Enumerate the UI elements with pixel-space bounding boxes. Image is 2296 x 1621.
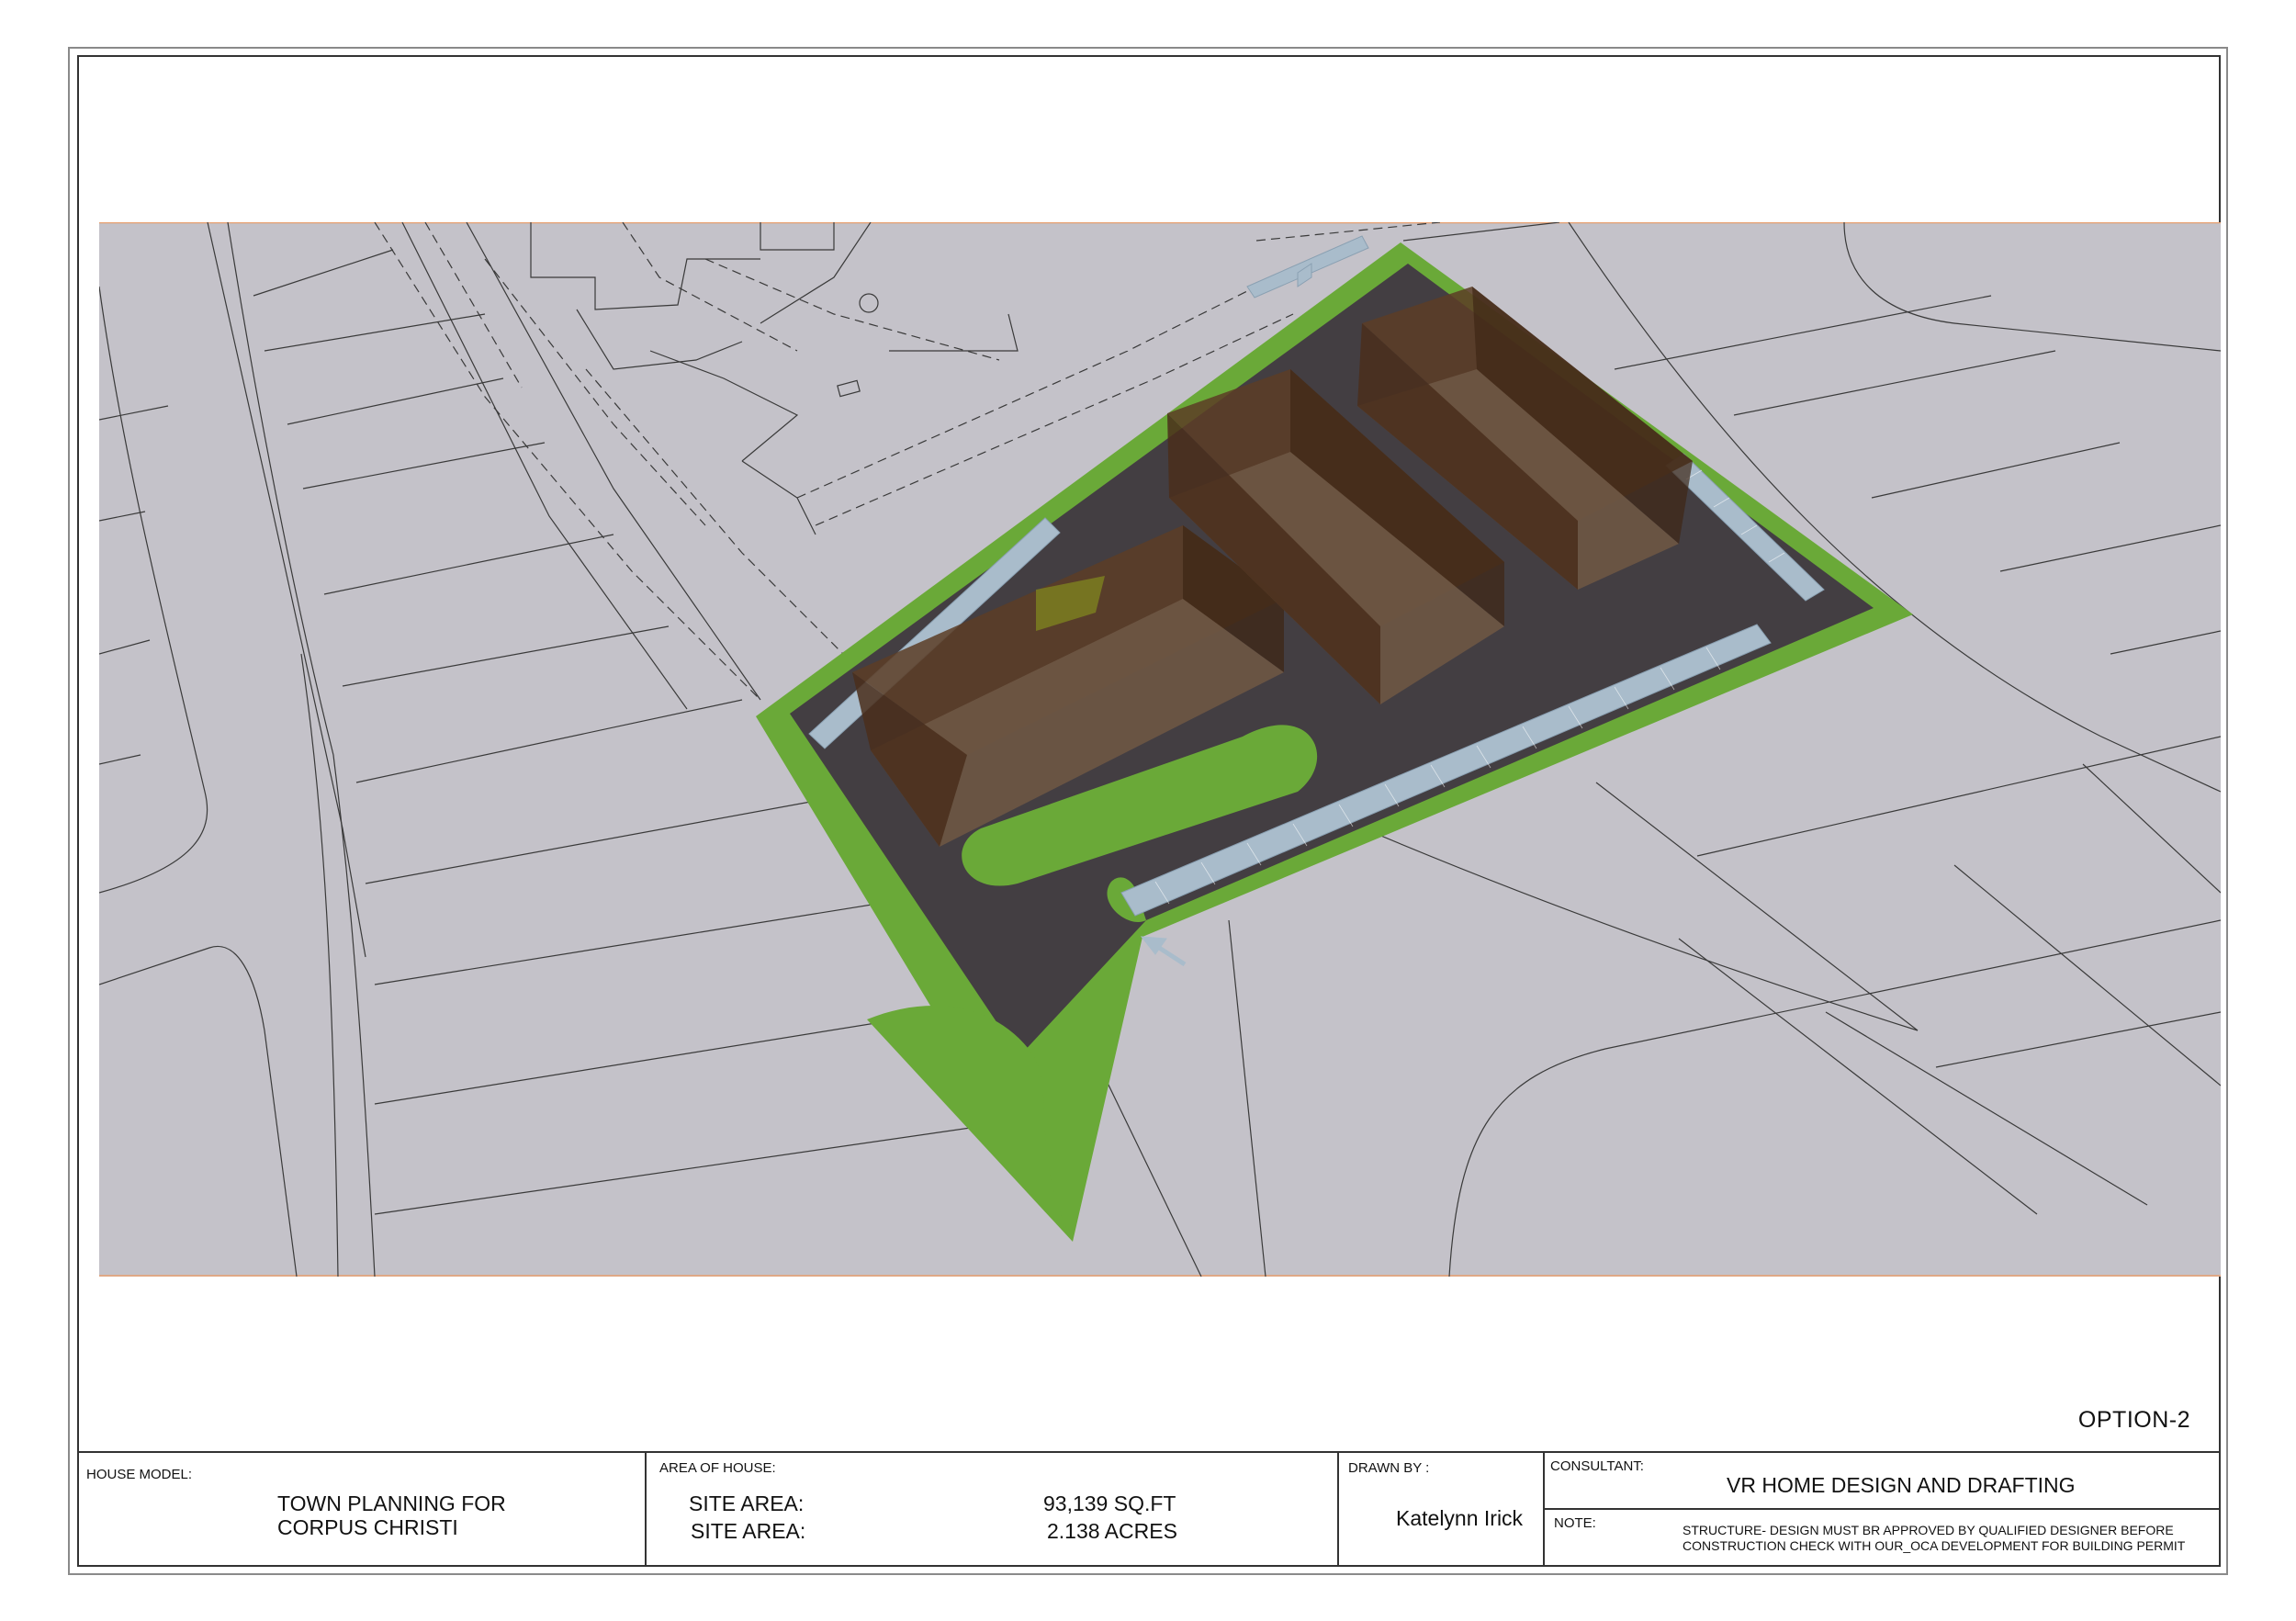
note-line2: CONSTRUCTION CHECK WITH OUR_OCA DEVELOPM… <box>1683 1538 2186 1553</box>
house-model-line1: TOWN PLANNING FOR <box>277 1492 506 1515</box>
site-area-value-1: 93,139 SQ.FT <box>1043 1492 1176 1515</box>
consultant-label: CONSULTANT: <box>1550 1458 1644 1474</box>
site-plan-drawing <box>99 222 2221 1277</box>
title-block: HOUSE MODEL: TOWN PLANNING FOR CORPUS CH… <box>77 1451 2221 1567</box>
note-label: NOTE: <box>1554 1515 1596 1531</box>
drawn-by-label: DRAWN BY : <box>1348 1460 1430 1476</box>
site-area-value-2: 2.138 ACRES <box>1047 1519 1177 1543</box>
option-label: OPTION-2 <box>2077 1407 2190 1433</box>
drawn-by-name: Katelynn Irick <box>1396 1506 1524 1530</box>
drawn-by-cell: DRAWN BY : Katelynn Irick <box>1339 1453 1545 1567</box>
site-area-label-2: SITE AREA: <box>691 1519 806 1543</box>
consultant-name: VR HOME DESIGN AND DRAFTING <box>1727 1473 2076 1497</box>
house-model-label: HOUSE MODEL: <box>86 1467 193 1482</box>
consultant-cell: CONSULTANT: VR HOME DESIGN AND DRAFTING … <box>1545 1453 2219 1567</box>
note-line1: STRUCTURE- DESIGN MUST BR APPROVED BY QU… <box>1683 1523 2174 1537</box>
area-label: AREA OF HOUSE: <box>659 1460 776 1476</box>
site-area-label-1: SITE AREA: <box>689 1492 805 1515</box>
area-cell: AREA OF HOUSE: SITE AREA: 93,139 SQ.FT S… <box>647 1453 1339 1567</box>
house-model-line2: CORPUS CHRISTI <box>277 1515 458 1539</box>
consultant-divider <box>1545 1508 2219 1510</box>
house-model-cell: HOUSE MODEL: TOWN PLANNING FOR CORPUS CH… <box>77 1453 647 1567</box>
